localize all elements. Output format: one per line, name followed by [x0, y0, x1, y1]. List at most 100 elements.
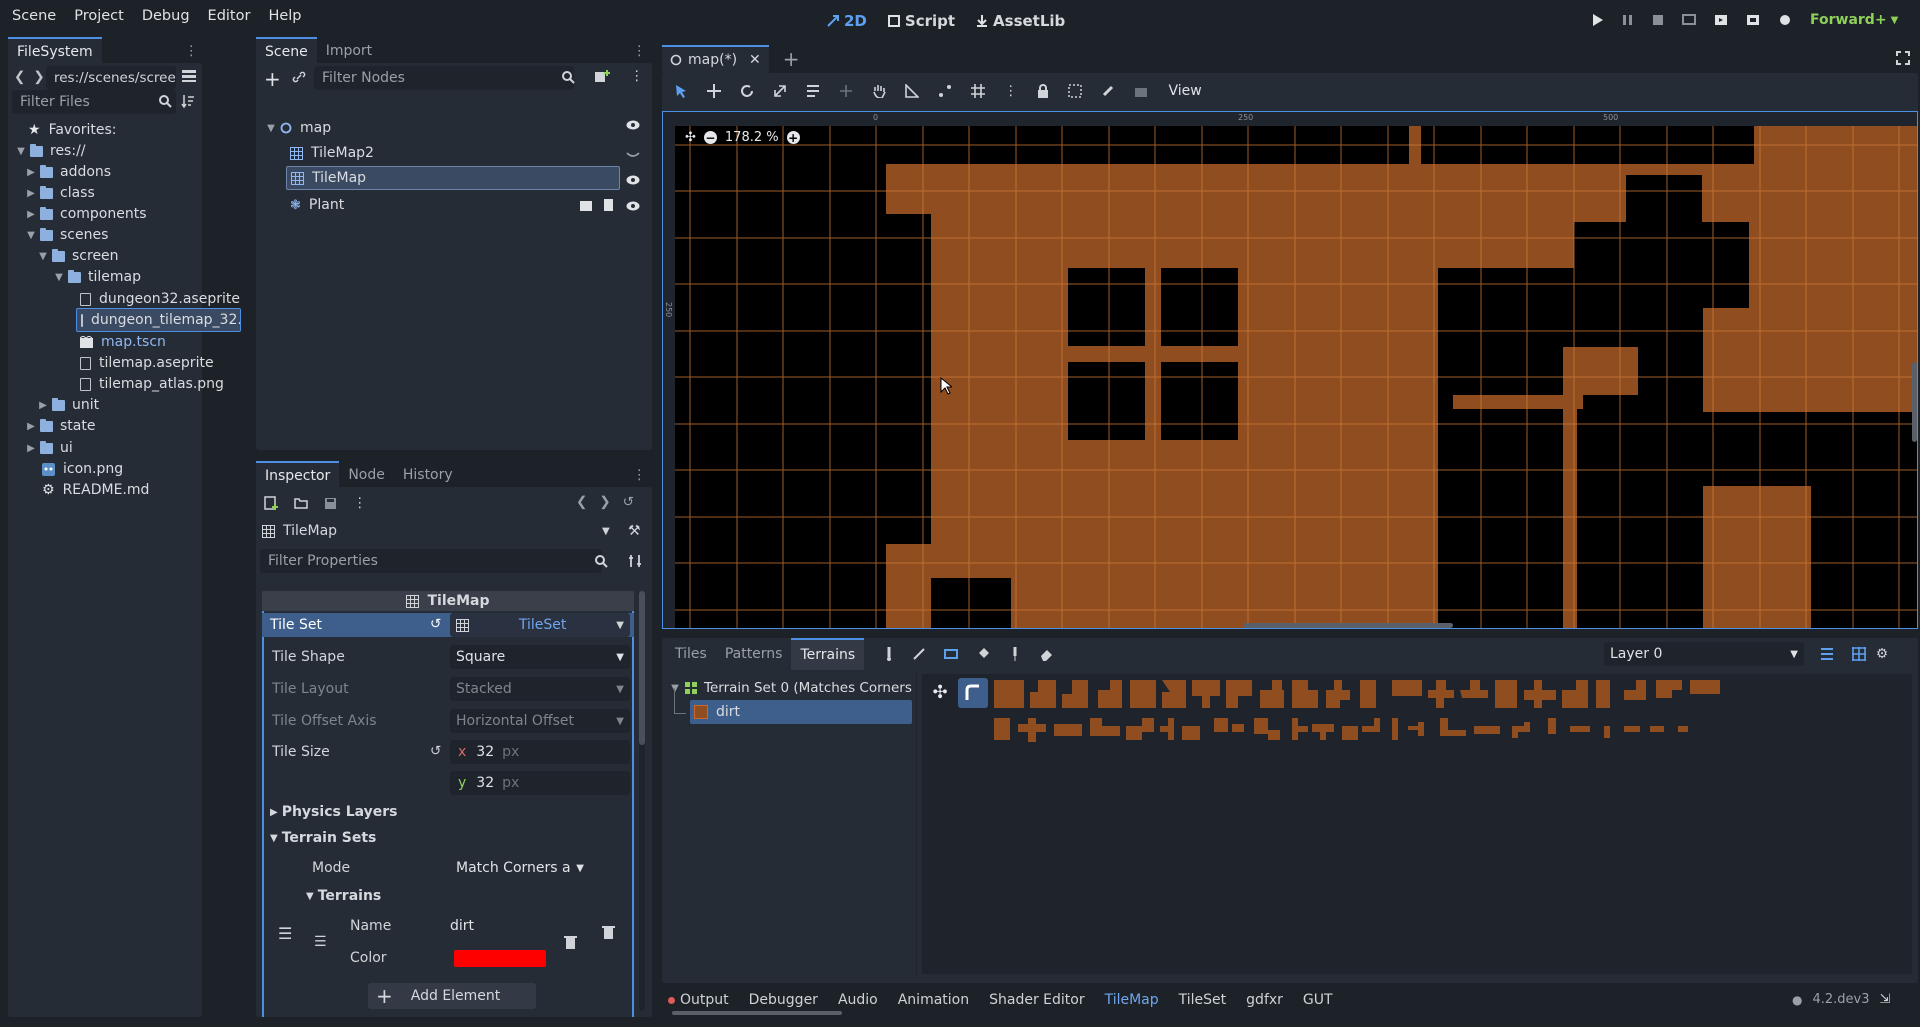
connect-mode-icon[interactable]: ✣: [926, 678, 954, 706]
more-icon[interactable]: ⋮: [353, 495, 367, 511]
tab-animation[interactable]: Animation: [898, 992, 969, 1008]
tile-size-y-field[interactable]: y 32 px: [450, 771, 630, 795]
back-icon[interactable]: ❮: [576, 494, 587, 510]
fs-tilemap-folder-row[interactable]: ▼ tilemap: [52, 265, 141, 289]
pause-icon[interactable]: [1622, 13, 1634, 27]
pan-tool-icon[interactable]: [872, 84, 886, 98]
dock-menu-icon[interactable]: ⋮: [633, 467, 647, 483]
menu-editor[interactable]: Editor: [208, 8, 251, 24]
tab-tilemap[interactable]: TileMap: [1105, 992, 1159, 1008]
play-scene-icon[interactable]: [1714, 13, 1728, 27]
zoom-out-icon[interactable]: −: [703, 131, 717, 144]
chevron-right-icon[interactable]: ▶: [24, 188, 38, 199]
tab-tileset[interactable]: TileSet: [1179, 992, 1227, 1008]
tab-gdfxr[interactable]: gdfxr: [1246, 992, 1283, 1008]
dock-menu-icon[interactable]: ⋮: [185, 43, 199, 59]
path-field[interactable]: res://scenes/screen/til: [46, 66, 176, 90]
tab-gut[interactable]: GUT: [1303, 992, 1333, 1008]
open-folder-icon[interactable]: [294, 497, 308, 509]
scrollbar-thumb[interactable]: [639, 591, 645, 745]
history-icon[interactable]: ↺: [623, 494, 634, 510]
camera-override-icon[interactable]: [1134, 84, 1150, 98]
tile-layout-select[interactable]: Stacked ▼: [450, 677, 630, 701]
chevron-right-icon[interactable]: ▶: [36, 400, 50, 411]
mode-select[interactable]: Match Corners a ▼: [450, 856, 590, 880]
lock-icon[interactable]: [1037, 84, 1049, 98]
tab-scene[interactable]: Scene: [256, 37, 317, 65]
physics-layers-group[interactable]: ▶ Physics Layers: [270, 804, 398, 820]
bucket-tool-icon[interactable]: [977, 647, 991, 661]
save-icon[interactable]: [324, 497, 337, 510]
trash-icon[interactable]: [602, 925, 615, 939]
update-spinner-icon[interactable]: ●: [1792, 993, 1802, 1007]
tab-inspector[interactable]: Inspector: [256, 461, 340, 489]
node-tilemap-row[interactable]: TileMap: [286, 166, 620, 190]
tab-filesystem[interactable]: FileSystem: [8, 37, 102, 65]
bone-icon[interactable]: [1101, 84, 1115, 98]
fullscreen-icon[interactable]: [1896, 51, 1910, 65]
move-tool-icon[interactable]: [707, 84, 721, 98]
chevron-down-icon[interactable]: ▼: [24, 230, 38, 241]
filter-files-input[interactable]: Filter Files: [12, 90, 176, 114]
tile-set-picker[interactable]: TileSet ▼: [450, 613, 630, 637]
menu-scene[interactable]: Scene: [12, 8, 56, 24]
visibility-icon[interactable]: [626, 201, 640, 211]
chevron-down-icon[interactable]: ▼: [14, 146, 28, 157]
path-mode-icon[interactable]: [958, 678, 988, 708]
stop-icon[interactable]: [1652, 13, 1664, 27]
fs-state-row[interactable]: ▶ state: [24, 414, 95, 438]
visibility-hidden-icon[interactable]: [626, 150, 640, 160]
scale-tool-icon[interactable]: [773, 84, 787, 98]
scene-menu-icon[interactable]: ⋮: [630, 68, 644, 84]
filter-properties-input[interactable]: Filter Properties: [260, 549, 602, 573]
inspector-scrollbar[interactable]: [639, 591, 645, 1011]
smart-snap-icon[interactable]: [938, 84, 952, 98]
toggle-panel-icon[interactable]: ⇲: [1880, 992, 1891, 1007]
vertical-scrollbar[interactable]: [1912, 362, 1917, 442]
open-scene-icon[interactable]: [580, 199, 592, 211]
movie-maker-icon[interactable]: [1778, 13, 1792, 27]
close-icon[interactable]: ✕: [749, 52, 761, 68]
tab-import[interactable]: Import: [317, 37, 381, 65]
forward-icon[interactable]: ❯: [33, 69, 44, 85]
node-plant-row[interactable]: ❃ Plant: [290, 193, 344, 217]
renderer-selector[interactable]: Forward+ ▼: [1810, 12, 1898, 28]
filter-nodes-input[interactable]: Filter Nodes: [314, 66, 574, 90]
instance-scene-icon[interactable]: [594, 69, 610, 85]
visibility-icon[interactable]: [626, 120, 640, 130]
tile-size-x-field[interactable]: x 32 px: [450, 740, 630, 764]
terrain-set-row[interactable]: ▼ Terrain Set 0 (Matches Corners: [668, 676, 912, 700]
node-map-row[interactable]: ▼ map: [264, 116, 331, 140]
chevron-right-icon[interactable]: ▶: [24, 167, 38, 178]
tab-patterns[interactable]: Patterns: [716, 638, 792, 670]
terrain-color-swatch[interactable]: [454, 950, 546, 967]
menu-debug[interactable]: Debug: [142, 8, 190, 24]
list-select-icon[interactable]: [806, 84, 820, 98]
layer-select[interactable]: Layer 0 ▼: [1604, 642, 1804, 666]
ruler-tool-icon[interactable]: [905, 84, 919, 98]
link-icon[interactable]: [292, 70, 306, 84]
drag-handle-icon[interactable]: ☰: [278, 924, 292, 943]
grid-toggle-icon[interactable]: [1852, 647, 1866, 661]
grid-snap-icon[interactable]: [971, 84, 985, 98]
chevron-right-icon[interactable]: ▶: [24, 443, 38, 454]
tilemap-settings-icon[interactable]: ⚙: [1876, 646, 1888, 662]
group-icon[interactable]: [1067, 84, 1082, 98]
tile-shape-select[interactable]: Square ▼: [450, 645, 630, 669]
tab-shader-editor[interactable]: Shader Editor: [989, 992, 1084, 1008]
terrain-dirt-row[interactable]: dirt: [690, 700, 912, 724]
fs-readme-row[interactable]: ⚙ README.md: [42, 478, 149, 502]
settings-icon[interactable]: [628, 554, 642, 568]
revert-icon[interactable]: ↺: [430, 616, 441, 632]
select-tool-icon[interactable]: [674, 84, 688, 98]
eraser-tool-icon[interactable]: [1039, 647, 1053, 661]
terrain-sets-group[interactable]: ▼ Terrain Sets: [270, 830, 376, 846]
tile-offset-select[interactable]: Horizontal Offset ▼: [450, 709, 630, 733]
chevron-down-icon[interactable]: ▼: [52, 272, 66, 283]
fs-dungeon-tilemap-row[interactable]: dungeon_tilemap_32.: [76, 308, 241, 332]
line-tool-icon[interactable]: [913, 648, 925, 660]
tab-node[interactable]: Node: [339, 461, 394, 489]
rect-tool-icon[interactable]: [944, 648, 958, 660]
chevron-down-icon[interactable]: ▼: [668, 683, 682, 694]
forward-icon[interactable]: ❯: [599, 494, 610, 510]
